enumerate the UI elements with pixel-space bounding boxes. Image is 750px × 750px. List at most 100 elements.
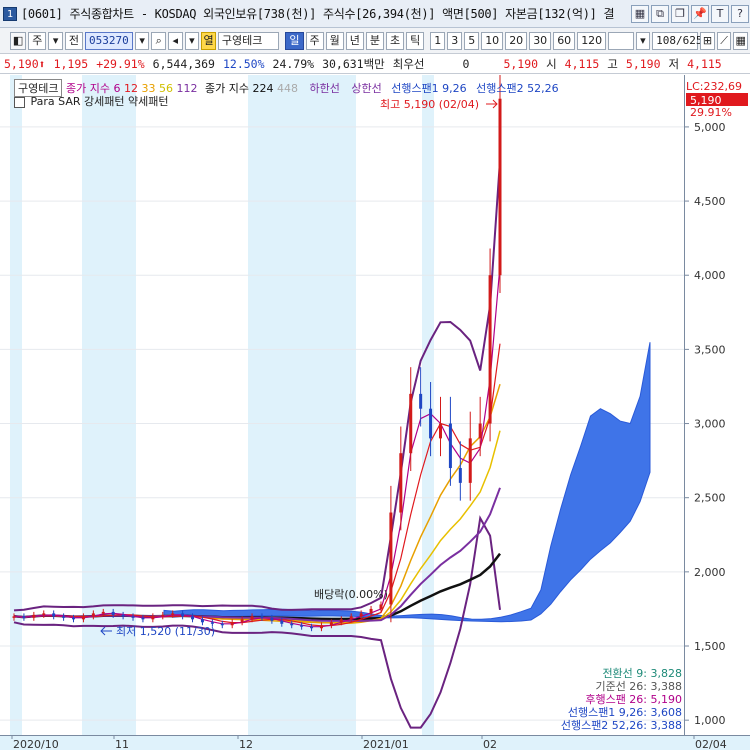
y-axis-panel — [684, 75, 750, 735]
stock-code-input[interactable]: 053270 — [85, 31, 133, 50]
chart-grid-icon[interactable]: ▦ — [631, 5, 649, 23]
candle-body — [161, 614, 165, 617]
text-tool-icon[interactable]: T — [711, 5, 729, 23]
candle-body — [468, 438, 472, 483]
layout-icon[interactable]: ◧ — [10, 31, 27, 50]
candle-body — [280, 620, 284, 624]
candle-body — [438, 423, 442, 439]
chart-legend-2: Para SAR 강세패턴 약세패턴 — [14, 93, 168, 109]
short-label: 최우선 — [392, 56, 425, 71]
low-price: 4,115 — [687, 56, 722, 71]
pin-icon[interactable]: 📌 — [691, 5, 709, 23]
candle-body — [448, 423, 452, 469]
candle-body — [240, 619, 244, 623]
candle-body — [319, 625, 323, 629]
info-line: 기준선 26: 3,388 — [595, 680, 682, 693]
candle-body — [52, 613, 56, 617]
period-year[interactable]: 년 — [345, 31, 364, 50]
window-title: [0601] 주식종합차트 - KOSDAQ 외국인보유[738(천)] 주식수… — [21, 7, 615, 21]
prev-button[interactable]: 전 — [64, 31, 84, 50]
x-tick-label: 12 — [239, 738, 253, 750]
help-icon[interactable]: ? — [731, 5, 749, 23]
candle-body — [379, 604, 383, 609]
sound-chevron-icon[interactable]: ▾ — [184, 31, 200, 50]
layout-grid-icon[interactable]: ▦ — [733, 31, 748, 50]
interval-60[interactable]: 60 — [553, 31, 576, 50]
copy-window-icon[interactable]: ⧉ — [651, 5, 669, 23]
interval-1[interactable]: 1 — [430, 31, 446, 50]
period-day[interactable]: 일 — [285, 31, 304, 50]
rate-1: 12.50% — [222, 56, 265, 71]
x-tick-label: 11 — [115, 738, 129, 750]
interval-20[interactable]: 20 — [505, 31, 528, 50]
mode-chevron-down-icon[interactable]: ▾ — [48, 31, 63, 50]
candle-body — [151, 616, 155, 620]
search-icon[interactable]: ⌕ — [151, 31, 167, 50]
legend-ma2-label[interactable]: 종가 지수 — [205, 82, 249, 95]
lc-label: LC:232,69 — [686, 80, 742, 93]
sound-icon[interactable]: ◂ — [168, 31, 183, 50]
restore-window-icon[interactable]: ❐ — [671, 5, 689, 23]
candle-body — [191, 616, 195, 620]
candle-body — [181, 613, 185, 617]
info-line: 전환선 9: 3,828 — [602, 667, 682, 680]
low-label: 저 — [668, 56, 680, 71]
bar-counter[interactable]: 108/625 — [652, 31, 703, 50]
price-chart[interactable]: 최고 5,190 (02/04) 최저 1,520 (11/30) 배당락(0.… — [0, 75, 750, 750]
candle-body — [141, 617, 145, 620]
title-bar: 1 [0601] 주식종합차트 - KOSDAQ 외국인보유[738(천)] 주… — [0, 0, 750, 28]
interval-custom-input[interactable] — [608, 31, 634, 50]
interval-chevron-down-icon[interactable]: ▾ — [635, 31, 651, 50]
y-tick-label: 2,000 — [694, 566, 726, 579]
candle-body — [91, 613, 95, 617]
high-price: 5,190 — [625, 56, 661, 71]
candle-body — [359, 613, 363, 617]
legend-upper-band[interactable]: 상한선 — [351, 82, 381, 95]
candle-body — [230, 622, 234, 626]
candle-body — [42, 613, 46, 615]
high-annotation: 최고 5,190 (02/04) — [380, 98, 479, 111]
shade-band — [10, 75, 22, 735]
candle-body — [121, 614, 125, 617]
candle-body — [260, 616, 264, 618]
candle-body — [300, 625, 304, 627]
grid-settings-icon[interactable]: ⊞ — [700, 31, 715, 50]
code-chevron-down-icon[interactable]: ▾ — [134, 31, 150, 50]
yeol-button[interactable]: 열 — [201, 31, 216, 50]
interval-30[interactable]: 30 — [529, 31, 552, 50]
candle-body — [200, 619, 204, 623]
interval-120[interactable]: 120 — [577, 31, 607, 50]
period-month[interactable]: 월 — [325, 31, 344, 50]
open-price: 4,115 — [564, 56, 600, 71]
draw-tool-icon[interactable]: ⟋ — [716, 31, 732, 50]
candle-body — [409, 393, 413, 454]
period-minute[interactable]: 분 — [365, 31, 384, 50]
interval-3[interactable]: 3 — [447, 31, 463, 50]
candle-body — [81, 616, 85, 620]
title-controls: ▦ ⧉ ❐ 📌 T ? — [626, 0, 750, 27]
change-rate: +29.91% — [96, 56, 145, 71]
interval-5[interactable]: 5 — [464, 31, 480, 50]
current-price: 5,190⬆ — [4, 56, 46, 71]
rate-tag-text: 29.91% — [690, 106, 732, 119]
period-second[interactable]: 초 — [386, 31, 405, 50]
app-icon[interactable]: 1 — [3, 6, 17, 21]
chart-area[interactable]: 최고 5,190 (02/04) 최저 1,520 (11/30) 배당락(0.… — [0, 75, 750, 750]
legend-para-sar[interactable]: Para SAR 강세패턴 약세패턴 — [31, 95, 169, 108]
interval-10[interactable]: 10 — [481, 31, 504, 50]
legend-span2[interactable]: 선행스팬2 52,26 — [476, 82, 558, 95]
candle-body — [210, 622, 214, 624]
period-week[interactable]: 주 — [305, 31, 324, 50]
y-tick-label: 1,500 — [694, 640, 726, 653]
candle-body — [458, 468, 462, 483]
period-tick[interactable]: 틱 — [406, 31, 425, 50]
candle-body — [62, 616, 66, 618]
indicator-checkbox[interactable] — [14, 96, 25, 108]
candle-body — [349, 616, 353, 620]
high-label: 고 — [607, 56, 618, 71]
candle-body — [389, 512, 393, 605]
candle-body — [250, 616, 254, 620]
mode-dropdown[interactable]: 주 — [28, 31, 47, 50]
legend-lower-band[interactable]: 하한선 — [309, 82, 339, 95]
legend-span1[interactable]: 선행스팬1 9,26 — [391, 82, 466, 95]
